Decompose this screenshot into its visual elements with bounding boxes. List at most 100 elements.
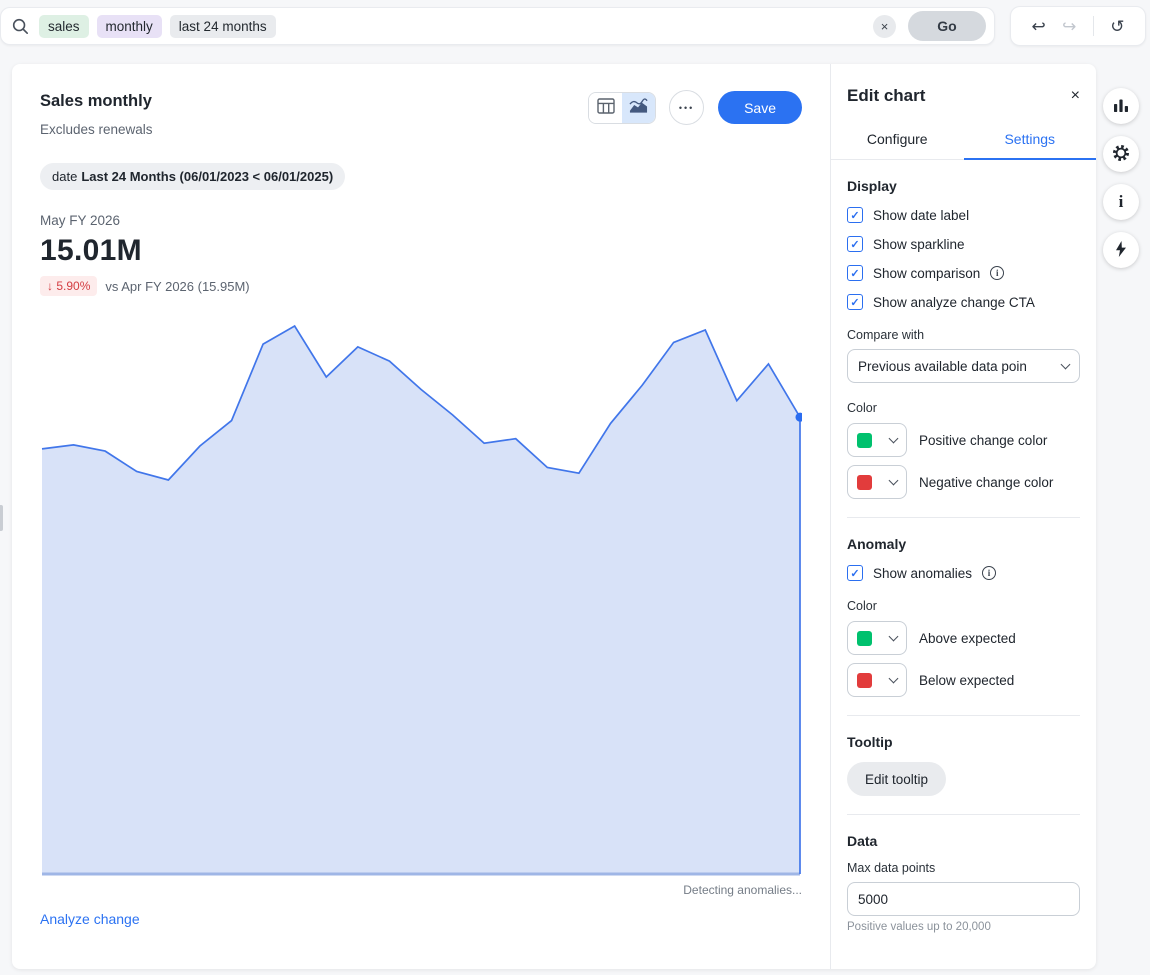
chart-insights-button[interactable] <box>1103 88 1139 124</box>
anomaly-color-label: Color <box>847 599 1080 613</box>
clear-search-button[interactable]: × <box>873 15 896 38</box>
edit-panel-tabs: Configure Settings <box>831 122 1096 160</box>
undo-button[interactable]: ↩ <box>1031 18 1045 35</box>
chevron-down-icon <box>1061 359 1071 369</box>
chevron-down-icon <box>889 433 899 443</box>
color-row-label: Above expected <box>919 631 1016 646</box>
more-options-button[interactable]: ••• <box>669 90 704 125</box>
max-data-points-input[interactable] <box>847 882 1080 916</box>
column-chart-icon <box>1112 96 1130 117</box>
table-icon <box>597 98 615 117</box>
above-expected-color-select[interactable] <box>847 621 907 655</box>
check-icon: ✓ <box>850 238 859 251</box>
filter-chip-prefix: date <box>52 169 77 184</box>
chart-view-button[interactable] <box>622 93 655 123</box>
info-icon[interactable]: i <box>990 266 1004 280</box>
tab-settings[interactable]: Settings <box>964 122 1097 160</box>
close-icon: × <box>1071 87 1080 104</box>
undo-icon: ↩ <box>1031 17 1045 36</box>
lightning-bolt-icon <box>1113 240 1129 261</box>
area-chart-icon <box>629 98 648 117</box>
checkbox-label: Show comparison <box>873 266 980 281</box>
check-icon: ✓ <box>850 209 859 222</box>
change-badge: ↓ 5.90% <box>40 276 97 296</box>
checkbox-label: Show date label <box>873 208 969 223</box>
search-token-last-24-months[interactable]: last 24 months <box>170 15 276 38</box>
sparkline-chart[interactable] <box>40 320 802 878</box>
gear-icon <box>1111 143 1131 166</box>
chart-subtitle: Excludes renewals <box>40 121 153 139</box>
chevron-down-icon <box>889 631 899 641</box>
history-toolbar: ↩ ↪ ↺ <box>1010 6 1146 46</box>
tooltip-heading: Tooltip <box>847 734 1080 750</box>
go-button[interactable]: Go <box>908 11 986 41</box>
search-token-sales[interactable]: sales <box>39 15 89 38</box>
filter-chip-value: Last 24 Months (06/01/2023 < 06/01/2025) <box>81 169 333 184</box>
left-panel-handle[interactable] <box>0 505 3 531</box>
compare-with-select[interactable]: Previous available data poin <box>847 349 1080 383</box>
section-divider <box>847 517 1080 518</box>
edit-chart-panel: Edit chart × Configure Settings Display … <box>830 64 1096 969</box>
select-value: Previous available data poin <box>858 359 1027 374</box>
chart-title: Sales monthly <box>40 90 153 112</box>
max-data-points-helper: Positive values up to 20,000 <box>847 921 1080 933</box>
checkbox-show-comparison[interactable]: ✓ Show comparison i <box>847 265 1080 281</box>
save-button[interactable]: Save <box>718 91 802 124</box>
right-icon-rail: i <box>1103 88 1139 268</box>
period-label: May FY 2026 <box>40 212 802 230</box>
tab-configure[interactable]: Configure <box>831 122 964 159</box>
toolbar-divider <box>1093 16 1094 36</box>
check-icon: ✓ <box>850 267 859 280</box>
negative-color-select[interactable] <box>847 465 907 499</box>
analyze-change-link[interactable]: Analyze change <box>40 910 140 928</box>
data-heading: Data <box>847 833 1080 849</box>
anomaly-heading: Anomaly <box>847 536 1080 552</box>
compare-with-label: Compare with <box>847 328 1080 342</box>
reset-button[interactable]: ↺ <box>1110 18 1124 35</box>
checkbox: ✓ <box>847 236 863 252</box>
view-toggle <box>588 92 656 124</box>
date-filter-chip[interactable]: date Last 24 Months (06/01/2023 < 06/01/… <box>40 163 345 190</box>
sparkline-area <box>42 326 800 874</box>
max-data-points-label: Max data points <box>847 861 1080 875</box>
checkbox-show-anomalies[interactable]: ✓ Show anomalies i <box>847 565 1080 581</box>
search-token-monthly[interactable]: monthly <box>97 15 162 38</box>
green-swatch <box>857 631 872 646</box>
search-bar[interactable]: sales monthly last 24 months × Go <box>0 7 995 45</box>
checkbox-label: Show anomalies <box>873 566 972 581</box>
comparison-text: vs Apr FY 2026 (15.95M) <box>105 279 249 294</box>
check-icon: ✓ <box>850 567 859 580</box>
green-swatch <box>857 433 872 448</box>
checkbox-show-sparkline[interactable]: ✓ Show sparkline <box>847 236 1080 252</box>
checkbox: ✓ <box>847 294 863 310</box>
answer-card: Sales monthly Excludes renewals <box>12 64 1096 969</box>
settings-button[interactable] <box>1103 136 1139 172</box>
below-expected-color-select[interactable] <box>847 663 907 697</box>
color-row-label: Below expected <box>919 673 1014 688</box>
change-row: ↓ 5.90% vs Apr FY 2026 (15.95M) <box>40 276 802 296</box>
info-icon[interactable]: i <box>982 566 996 580</box>
edit-panel-title: Edit chart <box>847 86 925 106</box>
color-row-label: Positive change color <box>919 433 1047 448</box>
display-heading: Display <box>847 178 1080 194</box>
info-icon: i <box>1119 192 1124 212</box>
red-swatch <box>857 475 872 490</box>
check-icon: ✓ <box>850 296 859 309</box>
answer-toolbar: ••• Save <box>588 90 802 125</box>
search-icon <box>11 17 29 35</box>
spotiq-button[interactable] <box>1103 232 1139 268</box>
positive-color-select[interactable] <box>847 423 907 457</box>
display-color-label: Color <box>847 401 1080 415</box>
info-button[interactable]: i <box>1103 184 1139 220</box>
checkbox-show-date-label[interactable]: ✓ Show date label <box>847 207 1080 223</box>
redo-button[interactable]: ↪ <box>1062 18 1076 35</box>
checkbox: ✓ <box>847 565 863 581</box>
reset-icon: ↺ <box>1110 17 1124 36</box>
color-row-label: Negative change color <box>919 475 1053 490</box>
edit-tooltip-button[interactable]: Edit tooltip <box>847 762 946 796</box>
table-view-button[interactable] <box>589 93 622 123</box>
checkbox-show-analyze-change-cta[interactable]: ✓ Show analyze change CTA <box>847 294 1080 310</box>
close-panel-button[interactable]: × <box>1071 88 1080 104</box>
chevron-down-icon <box>889 673 899 683</box>
redo-icon: ↪ <box>1062 17 1076 36</box>
